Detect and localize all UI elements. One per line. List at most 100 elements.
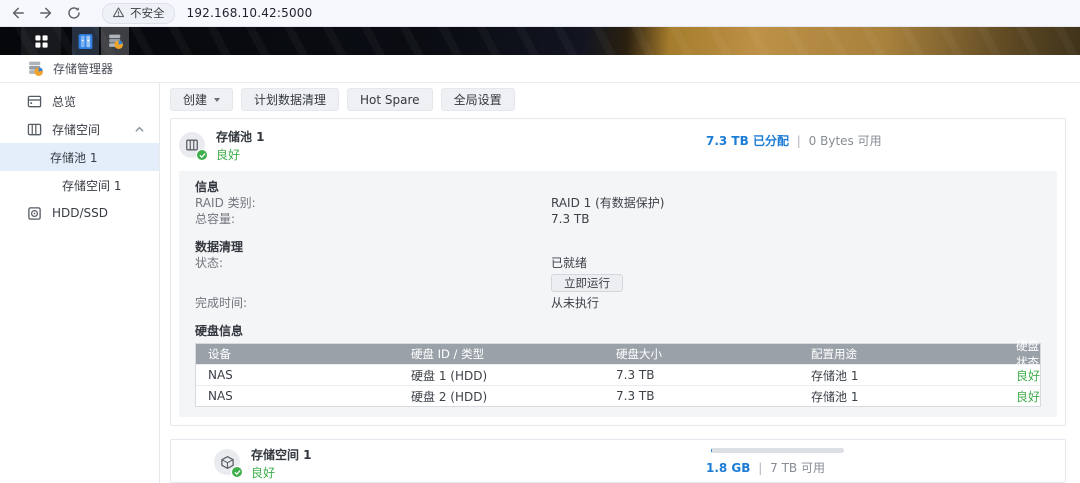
table-row[interactable]: NAS 硬盘 2 (HDD) 7.3 TB 存储池 1 良好 [196, 385, 1040, 406]
scrub-status-row: 状态: 已就绪 立即运行 [195, 255, 1041, 295]
sidebar: 总览 存储空间 存储池 1 存储空间 1 [0, 83, 160, 483]
overview-icon [27, 94, 42, 109]
cell-status: 良好 [1016, 388, 1040, 405]
finish-time-value: 从未执行 [551, 295, 599, 311]
cell-device: NAS [196, 389, 411, 403]
storage-pool-header[interactable]: 存储池 1 良好 7.3 TB 已分配 | 0 Bytes 可用 [171, 119, 1065, 171]
hot-spare-button-label: Hot Spare [360, 93, 420, 107]
create-button[interactable]: 创建 [170, 88, 233, 111]
window-title: 存储管理器 [53, 60, 113, 77]
chevron-up-icon[interactable] [134, 124, 145, 135]
pool-capacity: 7.3 TB 已分配 | 0 Bytes 可用 [706, 132, 882, 149]
scrubbing-section-header: 数据清理 [195, 239, 1041, 255]
separator: | [793, 134, 805, 148]
cell-usage: 存储池 1 [811, 388, 1016, 405]
healthy-check-icon [231, 466, 243, 478]
col-device: 设备 [196, 346, 411, 362]
col-status: 硬盘状态 [1016, 338, 1040, 370]
disk-table: 设备 硬盘 ID / 类型 硬盘大小 配置用途 硬盘状态 NAS 硬盘 1 (H… [195, 343, 1041, 407]
finish-time-row: 完成时间: 从未执行 [195, 295, 1041, 311]
raid-type-label: RAID 类别: [195, 195, 551, 211]
scrub-button-label: 计划数据清理 [254, 91, 326, 108]
sidebar-item-label: 总览 [52, 93, 76, 110]
sidebar-item-label: 存储池 1 [50, 149, 97, 166]
screen: 不安全 192.168.10.42:5000 [0, 0, 1080, 483]
volume-card[interactable]: 存储空间 1 良好 1.8 GB | 7 TB 可用 [170, 439, 1066, 483]
volume-available: 7 TB 可用 [770, 461, 825, 475]
forward-icon[interactable] [38, 5, 54, 21]
cell-status: 良好 [1016, 367, 1040, 384]
sidebar-item-label: 存储空间 1 [62, 177, 121, 194]
info-section-header: 信息 [195, 179, 1041, 195]
storage-manager-icon [107, 33, 124, 50]
browser-address-bar: 不安全 192.168.10.42:5000 [0, 0, 1080, 27]
sidebar-item-storage[interactable]: 存储空间 [0, 115, 159, 143]
main-menu-grid-icon [34, 34, 49, 49]
cell-device: NAS [196, 368, 411, 382]
volume-capacity: 1.8 GB | 7 TB 可用 [706, 459, 825, 476]
sidebar-item-hdd-ssd[interactable]: HDD/SSD [0, 199, 159, 227]
security-label: 不安全 [130, 5, 165, 21]
pool-title: 存储池 1 [216, 128, 265, 145]
global-settings-button[interactable]: 全局设置 [441, 88, 515, 111]
hot-spare-button[interactable]: Hot Spare [347, 88, 433, 111]
main-area: 总览 存储空间 存储池 1 存储空间 1 [0, 83, 1080, 483]
pool-allocated: 7.3 TB 已分配 [706, 134, 789, 148]
volume-status: 良好 [251, 464, 275, 481]
back-icon[interactable] [10, 5, 26, 21]
table-row[interactable]: NAS 硬盘 1 (HDD) 7.3 TB 存储池 1 良好 [196, 364, 1040, 385]
create-button-label: 创建 [183, 91, 207, 108]
total-capacity-row: 总容量: 7.3 TB [195, 211, 1041, 227]
cell-size: 7.3 TB [616, 368, 811, 382]
volume-icon [214, 449, 240, 475]
scheduled-scrubbing-button[interactable]: 计划数据清理 [241, 88, 339, 111]
separator: | [754, 461, 766, 475]
storage-pool-icon [179, 132, 205, 158]
total-capacity-value: 7.3 TB [551, 211, 589, 227]
taskbar-open-app-button[interactable] [72, 27, 99, 55]
url-text[interactable]: 192.168.10.42:5000 [187, 6, 313, 20]
toolbar: 创建 计划数据清理 Hot Spare 全局设置 [170, 88, 1066, 111]
volume-used: 1.8 GB [706, 461, 750, 475]
warning-triangle-icon [112, 6, 125, 19]
storage-pool-card: 存储池 1 良好 7.3 TB 已分配 | 0 Bytes 可用 信息 RAID… [170, 118, 1066, 426]
cell-usage: 存储池 1 [811, 367, 1016, 384]
dsm-taskbar [0, 27, 1080, 55]
volume-title: 存储空间 1 [251, 446, 312, 463]
main-menu-button[interactable] [21, 27, 61, 55]
storage-manager-icon [27, 60, 44, 77]
cell-id-type: 硬盘 2 (HDD) [411, 388, 616, 405]
sidebar-item-label: HDD/SSD [52, 206, 108, 220]
healthy-check-icon [196, 149, 208, 161]
col-size: 硬盘大小 [616, 346, 811, 362]
taskbar-storage-manager-button[interactable] [101, 27, 129, 55]
caret-down-icon [214, 98, 220, 102]
reload-icon[interactable] [66, 5, 82, 21]
pool-status: 良好 [216, 146, 240, 163]
disk-table-header: 设备 硬盘 ID / 类型 硬盘大小 配置用途 硬盘状态 [196, 344, 1040, 364]
scrub-status-value: 已就绪 [551, 256, 587, 270]
storage-icon [27, 122, 42, 137]
col-usage: 配置用途 [811, 346, 1016, 362]
window-titlebar: 存储管理器 [0, 55, 1080, 83]
sidebar-item-label: 存储空间 [52, 121, 100, 138]
app-window-icon [77, 33, 94, 50]
cell-size: 7.3 TB [616, 389, 811, 403]
global-settings-button-label: 全局设置 [454, 91, 502, 108]
run-now-button[interactable]: 立即运行 [551, 274, 623, 292]
pool-detail-panel: 信息 RAID 类别: RAID 1 (有数据保护) 总容量: 7.3 TB 数… [179, 171, 1057, 417]
finish-time-label: 完成时间: [195, 295, 551, 311]
disk-info-section-header: 硬盘信息 [195, 323, 1041, 339]
not-secure-chip[interactable]: 不安全 [102, 3, 175, 24]
raid-type-value: RAID 1 (有数据保护) [551, 195, 664, 211]
col-id-type: 硬盘 ID / 类型 [411, 346, 616, 362]
sidebar-item-overview[interactable]: 总览 [0, 87, 159, 115]
sidebar-item-storage-pool-1[interactable]: 存储池 1 [0, 143, 159, 171]
total-capacity-label: 总容量: [195, 211, 551, 227]
content-panel: 创建 计划数据清理 Hot Spare 全局设置 [160, 83, 1080, 483]
raid-type-row: RAID 类别: RAID 1 (有数据保护) [195, 195, 1041, 211]
cell-id-type: 硬盘 1 (HDD) [411, 367, 616, 384]
disk-icon [27, 206, 42, 221]
volume-usage-bar [711, 448, 844, 453]
sidebar-item-volume-1[interactable]: 存储空间 1 [0, 171, 159, 199]
